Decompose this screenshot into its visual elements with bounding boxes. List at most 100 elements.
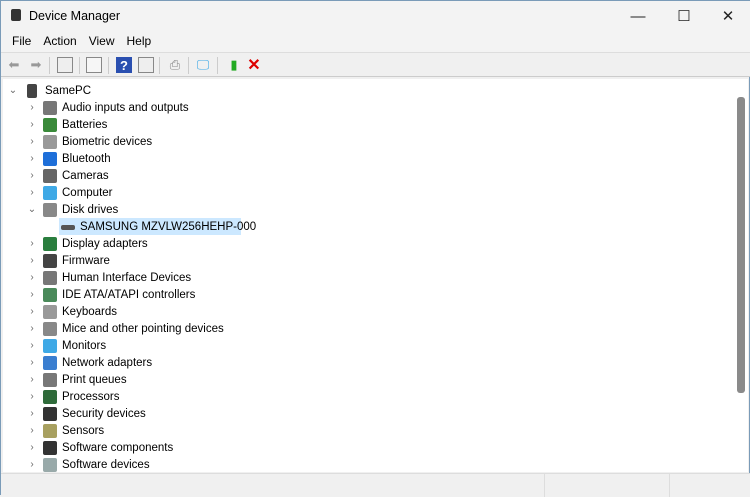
computer-icon xyxy=(43,185,57,200)
tree-item-label: Sensors xyxy=(62,424,105,437)
chevron-down-icon[interactable]: ⌄ xyxy=(27,204,37,215)
chevron-down-icon[interactable]: ⌄ xyxy=(8,85,18,96)
forward-icon[interactable]: ➡ xyxy=(28,57,44,73)
tree-item-child[interactable]: SAMSUNG MZVLW256HEHP-000 xyxy=(3,218,403,235)
tree-item[interactable]: › Firmware xyxy=(3,252,403,269)
chevron-right-icon[interactable]: › xyxy=(27,119,37,130)
tree-item-label: Computer xyxy=(62,186,113,199)
chevron-right-icon[interactable]: › xyxy=(27,272,37,283)
menu-file[interactable]: File xyxy=(6,31,37,52)
tree-item[interactable]: › Audio inputs and outputs xyxy=(3,99,403,116)
vertical-scrollbar[interactable] xyxy=(734,79,748,472)
tree-item[interactable]: › Print queues xyxy=(3,371,403,388)
tree-item[interactable]: › Monitors xyxy=(3,337,403,354)
tree-item[interactable]: › Software components xyxy=(3,439,403,456)
tree-item[interactable]: › Keyboards xyxy=(3,303,403,320)
monitors-icon xyxy=(43,338,57,353)
chevron-right-icon[interactable]: › xyxy=(27,442,37,453)
tree-item-label: Cameras xyxy=(62,169,109,182)
tree-item[interactable]: › Computer xyxy=(3,184,403,201)
keyboards-icon xyxy=(43,304,57,319)
separator xyxy=(159,57,160,74)
tree-item[interactable]: › Human Interface Devices xyxy=(3,269,403,286)
tree-item[interactable]: › Batteries xyxy=(3,116,403,133)
tree-item-label: Human Interface Devices xyxy=(62,271,192,284)
human-interface-devices-icon xyxy=(43,270,57,285)
tree-root[interactable]: ⌄ SamePC xyxy=(3,82,403,99)
chevron-right-icon[interactable]: › xyxy=(27,153,37,164)
tree-item[interactable]: › Cameras xyxy=(3,167,403,184)
audio-inputs-and-outputs-icon xyxy=(43,100,57,115)
chevron-right-icon[interactable]: › xyxy=(27,289,37,300)
console-tree-icon[interactable] xyxy=(57,57,73,73)
tree-item[interactable]: › Software devices xyxy=(3,456,403,472)
security-devices-icon xyxy=(43,406,57,421)
disk-drives-icon xyxy=(43,202,57,217)
chevron-right-icon[interactable]: › xyxy=(27,408,37,419)
chevron-right-icon[interactable]: › xyxy=(27,255,37,266)
tree-item-label: Display adapters xyxy=(62,237,148,250)
maximize-button[interactable]: ☐ xyxy=(661,1,707,31)
tree-item-label: Bluetooth xyxy=(62,152,111,165)
chevron-right-icon[interactable]: › xyxy=(27,323,37,334)
tree-item[interactable]: › Biometric devices xyxy=(3,133,403,150)
tree-item[interactable]: › Mice and other pointing devices xyxy=(3,320,403,337)
tree-item-label: Network adapters xyxy=(62,356,153,369)
chevron-right-icon[interactable]: › xyxy=(27,238,37,249)
tree-item-label: Mice and other pointing devices xyxy=(62,322,224,335)
tree-item[interactable]: › Display adapters xyxy=(3,235,403,252)
chevron-right-icon[interactable]: › xyxy=(27,136,37,147)
software-components-icon xyxy=(43,440,57,455)
tree-item-label: Batteries xyxy=(62,118,108,131)
ide-ata-atapi-controllers-icon xyxy=(43,287,57,302)
menu-view[interactable]: View xyxy=(83,31,121,52)
tree-item-label: Disk drives xyxy=(62,203,119,216)
back-icon[interactable]: ⬅ xyxy=(6,57,22,73)
menu-help[interactable]: Help xyxy=(121,31,158,52)
chevron-right-icon[interactable]: › xyxy=(27,459,37,470)
chevron-right-icon[interactable]: › xyxy=(27,306,37,317)
tree-item-label: Biometric devices xyxy=(62,135,153,148)
disk-drive-icon xyxy=(61,225,75,230)
minimize-button[interactable]: — xyxy=(615,1,661,31)
processors-icon xyxy=(43,389,57,404)
close-button[interactable]: ✕ xyxy=(705,1,750,31)
chevron-right-icon[interactable]: › xyxy=(27,102,37,113)
chevron-right-icon[interactable]: › xyxy=(27,425,37,436)
chevron-right-icon[interactable]: › xyxy=(27,340,37,351)
chevron-right-icon[interactable]: › xyxy=(27,391,37,402)
tree-item[interactable]: › Processors xyxy=(3,388,403,405)
chevron-right-icon[interactable]: › xyxy=(27,187,37,198)
tree-item-label: IDE ATA/ATAPI controllers xyxy=(62,288,196,301)
menu-bar: File Action View Help xyxy=(1,31,750,52)
properties-icon[interactable] xyxy=(86,57,102,73)
tree-item[interactable]: › Security devices xyxy=(3,405,403,422)
status-bar xyxy=(1,473,750,497)
network-adapters-icon xyxy=(43,355,57,370)
tree-item-label: Processors xyxy=(62,390,120,403)
cameras-icon xyxy=(43,168,57,183)
help-icon[interactable]: ? xyxy=(116,57,132,73)
update-driver-icon[interactable]: 🖵 xyxy=(195,57,211,73)
scan-hardware-icon[interactable]: ⎙ xyxy=(167,57,183,73)
window-title: Device Manager xyxy=(29,9,121,23)
batteries-icon xyxy=(43,117,57,132)
tree-item[interactable]: ⌄ Disk drives xyxy=(3,201,403,218)
tree-item[interactable]: › Network adapters xyxy=(3,354,403,371)
uninstall-device-icon[interactable]: ✕ xyxy=(246,57,262,74)
scrollbar-thumb[interactable] xyxy=(737,97,745,393)
toolbar: ⬅ ➡ ? ⎙ 🖵 ▮ ✕ xyxy=(1,52,750,77)
tree-item[interactable]: › IDE ATA/ATAPI controllers xyxy=(3,286,403,303)
separator xyxy=(108,57,109,74)
tree-item[interactable]: › Bluetooth xyxy=(3,150,403,167)
chevron-right-icon[interactable]: › xyxy=(27,374,37,385)
chevron-right-icon[interactable]: › xyxy=(27,357,37,368)
action-pane-icon[interactable] xyxy=(138,57,154,73)
tree-item-label: Audio inputs and outputs xyxy=(62,101,189,114)
enable-device-icon[interactable]: ▮ xyxy=(226,57,242,73)
menu-action[interactable]: Action xyxy=(37,31,82,52)
device-tree[interactable]: ⌄ SamePC › Audio inputs and outputs › Bat… xyxy=(3,79,734,472)
tree-item[interactable]: › Sensors xyxy=(3,422,403,439)
mice-and-other-pointing-devices-icon xyxy=(43,321,57,336)
chevron-right-icon[interactable]: › xyxy=(27,170,37,181)
